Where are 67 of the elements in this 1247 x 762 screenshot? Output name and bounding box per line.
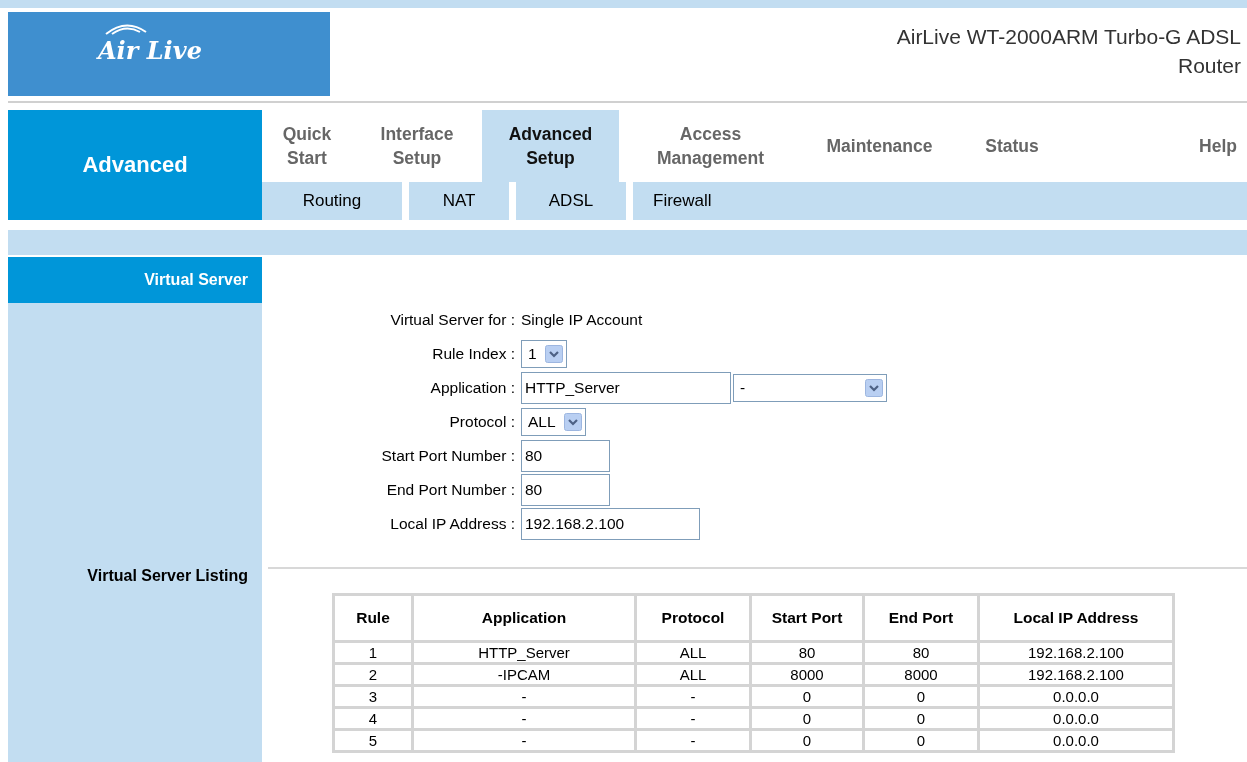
dropdown[interactable]: 1: [521, 340, 567, 368]
column-header: Start Port: [750, 594, 864, 642]
table-cell: -: [412, 685, 636, 708]
table-cell: 2: [333, 663, 413, 686]
application-dropdown[interactable]: -: [733, 374, 887, 402]
column-header: End Port: [863, 594, 979, 642]
column-header: Local IP Address: [978, 594, 1174, 642]
table-cell: 3: [333, 685, 413, 708]
dropdown[interactable]: ALL: [521, 408, 586, 436]
table-cell: 5: [333, 729, 413, 752]
nav-tab[interactable]: Advanced Setup: [482, 110, 619, 182]
nav-tab[interactable]: Status: [957, 110, 1067, 182]
nav-tab[interactable]: Maintenance: [802, 110, 957, 182]
table-cell: 0: [863, 685, 979, 708]
field-label: Application :: [429, 379, 516, 397]
table-cell: ALL: [635, 663, 751, 686]
column-header: Application: [412, 594, 636, 642]
table-cell: -: [412, 707, 636, 730]
table-cell: -IPCAM: [412, 663, 636, 686]
table-cell: 192.168.2.100: [978, 641, 1174, 664]
table-cell: 8000: [750, 663, 864, 686]
field-value: Single IP Account: [521, 311, 643, 329]
sub-tab[interactable]: Firewall: [633, 182, 723, 220]
wave-icon: [104, 22, 148, 36]
table-cell: ALL: [635, 641, 751, 664]
nav-tab[interactable]: Access Management: [619, 110, 802, 182]
table-cell: -: [635, 685, 751, 708]
field-label: Rule Index :: [431, 345, 516, 363]
table-cell: 0.0.0.0: [978, 729, 1174, 752]
router-title: AirLive WT-2000ARM Turbo-G ADSL Router: [895, 24, 1242, 79]
table-cell: 8000: [863, 663, 979, 686]
text-input[interactable]: 192.168.2.100: [521, 508, 700, 540]
table-cell: 0: [863, 729, 979, 752]
table-cell: 80: [750, 641, 864, 664]
table-cell: 4: [333, 707, 413, 730]
table-cell: -: [412, 729, 636, 752]
table-cell: 0: [750, 729, 864, 752]
nav-tab[interactable]: Help: [1067, 110, 1247, 182]
application-input[interactable]: HTTP_Server: [521, 372, 731, 404]
table-cell: -: [635, 707, 751, 730]
field-label: End Port Number :: [385, 481, 516, 499]
field-label: Start Port Number :: [380, 447, 516, 465]
table-cell: 0: [750, 707, 864, 730]
sub-tab[interactable]: Routing: [262, 182, 402, 220]
column-header: Rule: [333, 594, 413, 642]
nav-tab[interactable]: Interface Setup: [352, 110, 482, 182]
column-header: Protocol: [635, 594, 751, 642]
nav-tab[interactable]: Quick Start: [262, 110, 352, 182]
table-cell: 192.168.2.100: [978, 663, 1174, 686]
section-title: Advanced: [8, 110, 262, 220]
table-cell: 0.0.0.0: [978, 707, 1174, 730]
field-label: Virtual Server for :: [389, 311, 516, 329]
sub-tab[interactable]: NAT: [409, 182, 509, 220]
table-cell: 0: [863, 707, 979, 730]
field-label: Local IP Address :: [389, 515, 516, 533]
sidebar-item[interactable]: Virtual Server Listing: [8, 567, 262, 585]
table-cell: 80: [863, 641, 979, 664]
table-cell: 1: [333, 641, 413, 664]
table-cell: 0.0.0.0: [978, 685, 1174, 708]
field-label: Protocol :: [448, 413, 516, 431]
table-cell: 0: [750, 685, 864, 708]
text-input[interactable]: 80: [521, 440, 610, 472]
table-cell: HTTP_Server: [412, 641, 636, 664]
logo-text: Air Live: [98, 36, 202, 65]
text-input[interactable]: 80: [521, 474, 610, 506]
sub-tab[interactable]: ADSL: [516, 182, 626, 220]
table-cell: -: [635, 729, 751, 752]
